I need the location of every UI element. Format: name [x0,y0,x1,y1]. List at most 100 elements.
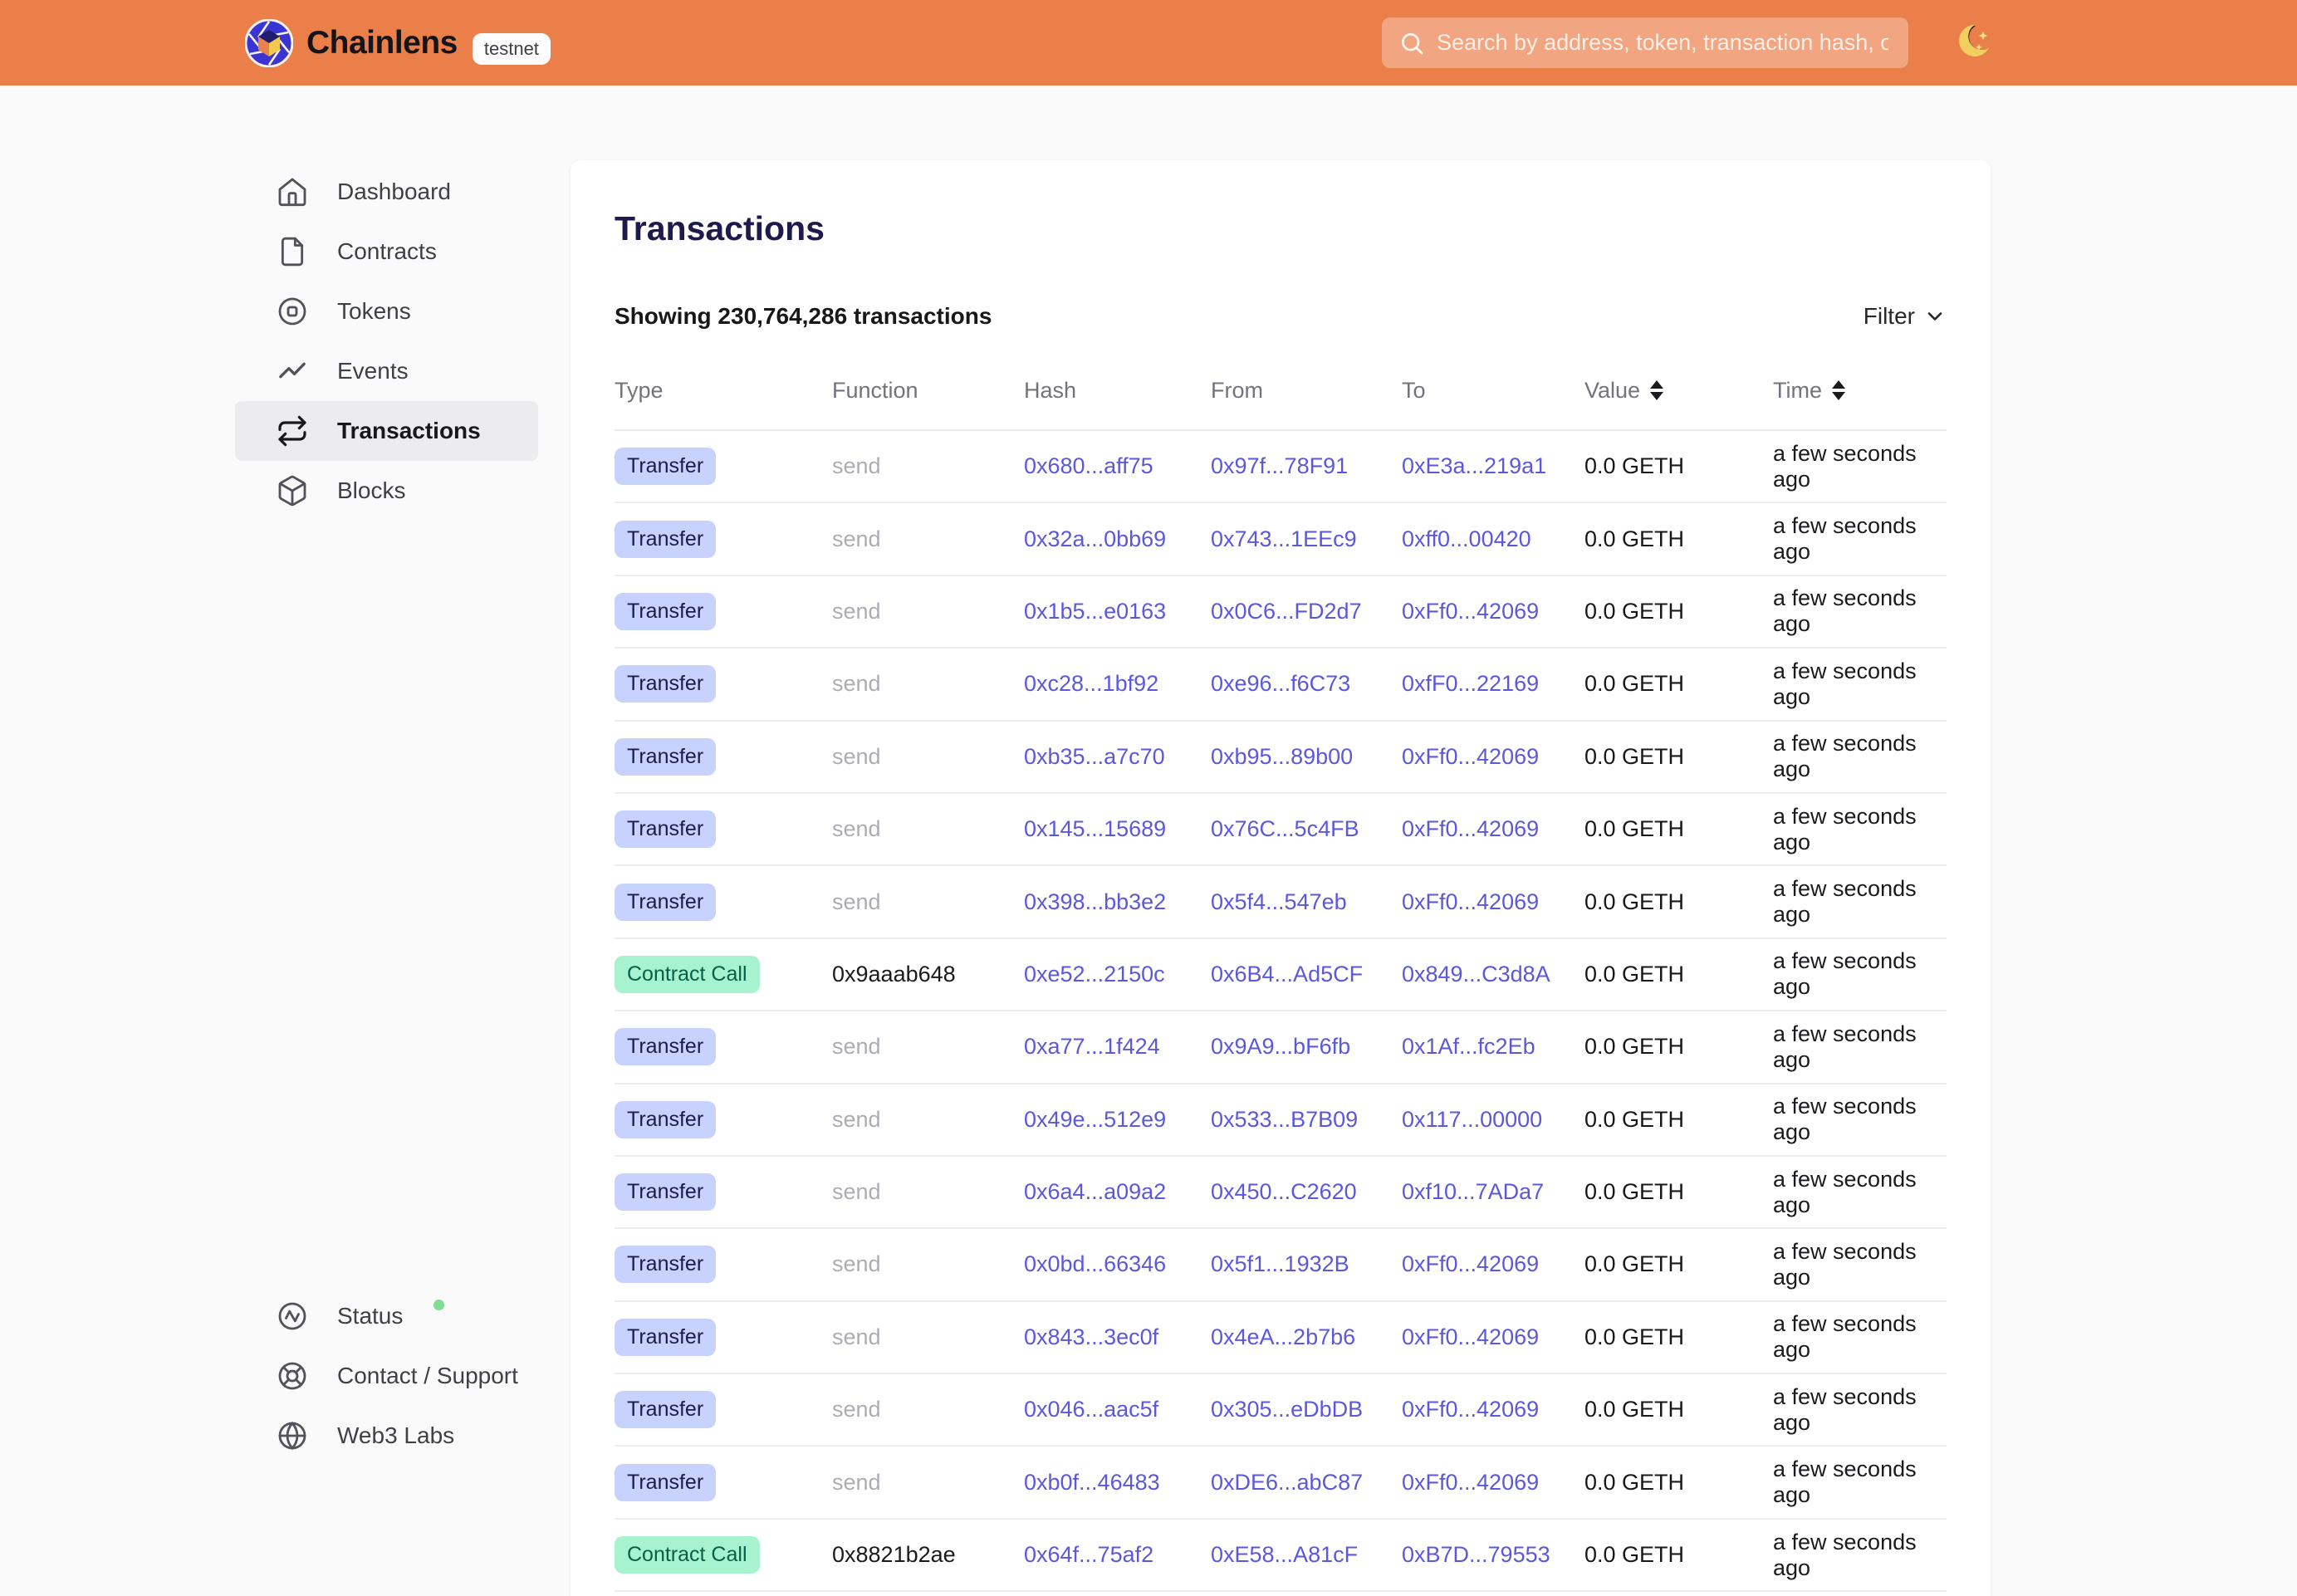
document-icon [276,235,309,268]
to-link[interactable]: 0xff0...00420 [1402,526,1531,551]
value-cell: 0.0 GETH [1584,453,1773,479]
to-link[interactable]: 0x117...00000 [1402,1107,1542,1132]
from-link[interactable]: 0xE58...A81cF [1211,1542,1358,1567]
page-title: Transactions [615,208,1947,248]
type-badge: Transfer [615,884,716,921]
value-cell: 0.0 GETH [1584,1034,1773,1060]
type-badge: Transfer [615,810,716,848]
hash-link[interactable]: 0xb35...a7c70 [1024,744,1165,769]
network-badge: testnet [473,33,551,65]
to-link[interactable]: 0xFf0...42069 [1402,1470,1539,1495]
column-header-time[interactable]: Time [1773,378,1947,404]
from-link[interactable]: 0x533...B7B09 [1211,1107,1358,1132]
to-link[interactable]: 0xFf0...42069 [1402,599,1539,624]
from-link[interactable]: 0x450...C2620 [1211,1179,1357,1204]
to-link[interactable]: 0xFf0...42069 [1402,816,1539,841]
to-link[interactable]: 0xf10...7ADa7 [1402,1179,1544,1204]
from-link[interactable]: 0x0C6...FD2d7 [1211,599,1362,624]
from-link[interactable]: 0x5f4...547eb [1211,889,1347,914]
time-cell: a few seconds ago [1773,1530,1947,1581]
table-row: Transfersend0x0bd...663460x5f1...1932B0x… [615,1229,1947,1301]
from-link[interactable]: 0x76C...5c4FB [1211,816,1359,841]
from-link[interactable]: 0x4eA...2b7b6 [1211,1324,1355,1349]
sidebar-item-label: Contact / Support [337,1363,518,1389]
to-link[interactable]: 0xFf0...42069 [1402,1324,1539,1349]
hash-link[interactable]: 0x49e...512e9 [1024,1107,1166,1132]
to-link[interactable]: 0xFf0...42069 [1402,889,1539,914]
table-row: Contract Call0x8821b2ae0x64f...75af20xE5… [615,1520,1947,1592]
to-link[interactable]: 0xE3a...219a1 [1402,453,1546,478]
time-cell: a few seconds ago [1773,948,1947,1000]
from-link[interactable]: 0xb95...89b00 [1211,744,1353,769]
filter-button[interactable]: Filter [1864,303,1947,330]
home-icon [276,175,309,208]
type-badge: Transfer [615,448,716,485]
sidebar-item-label: Events [337,358,409,384]
sidebar-item-tokens[interactable]: Tokens [235,282,538,341]
value-cell: 0.0 GETH [1584,1179,1773,1205]
sidebar-footer-nav: Status Contact / Support Web3 Labs [235,1286,538,1466]
hash-link[interactable]: 0xe52...2150c [1024,962,1165,986]
sidebar-item-dashboard[interactable]: Dashboard [235,162,538,222]
type-badge: Transfer [615,521,716,558]
table-row: Transfersend0x49e...512e90x533...B7B090x… [615,1084,1947,1157]
search-input[interactable] [1382,17,1908,68]
function-cell: send [832,1179,1024,1205]
table-row: Transfersend0x680...aff750x97f...78F910x… [615,431,1947,503]
sort-icon [1832,380,1845,400]
hash-link[interactable]: 0x6a4...a09a2 [1024,1179,1166,1204]
sidebar-item-label: Transactions [337,418,481,444]
function-cell: send [832,1107,1024,1133]
hash-link[interactable]: 0x398...bb3e2 [1024,889,1166,914]
time-cell: a few seconds ago [1773,731,1947,782]
sidebar-item-blocks[interactable]: Blocks [235,461,538,521]
column-label: Type [615,378,664,404]
column-header-value[interactable]: Value [1584,378,1773,404]
from-link[interactable]: 0x5f1...1932B [1211,1251,1349,1276]
column-header-from: From [1211,378,1402,404]
sidebar-item-status[interactable]: Status [235,1286,538,1346]
to-link[interactable]: 0xfF0...22169 [1402,671,1539,696]
moon-icon[interactable] [1953,22,1995,63]
hash-link[interactable]: 0xc28...1bf92 [1024,671,1158,696]
sidebar-item-contact-support[interactable]: Contact / Support [235,1346,538,1406]
brand-name: Chainlens [306,25,458,61]
time-cell: a few seconds ago [1773,1456,1947,1508]
hash-link[interactable]: 0xa77...1f424 [1024,1034,1160,1059]
to-link[interactable]: 0xFf0...42069 [1402,744,1539,769]
hash-link[interactable]: 0x046...aac5f [1024,1397,1158,1422]
hash-link[interactable]: 0x0bd...66346 [1024,1251,1166,1276]
from-link[interactable]: 0xDE6...abC87 [1211,1470,1363,1495]
column-header-type: Type [615,378,832,404]
table-row: Transfersend0xc28...1bf920xe96...f6C730x… [615,649,1947,721]
from-link[interactable]: 0x9A9...bF6fb [1211,1034,1350,1059]
sidebar-item-contracts[interactable]: Contracts [235,222,538,282]
function-cell: send [832,1034,1024,1060]
hash-link[interactable]: 0x1b5...e0163 [1024,599,1166,624]
hash-link[interactable]: 0x32a...0bb69 [1024,526,1166,551]
hash-link[interactable]: 0x843...3ec0f [1024,1324,1158,1349]
table-row: Transfersend0x398...bb3e20x5f4...547eb0x… [615,866,1947,938]
to-link[interactable]: 0xFf0...42069 [1402,1251,1539,1276]
to-link[interactable]: 0xFf0...42069 [1402,1397,1539,1422]
from-link[interactable]: 0x97f...78F91 [1211,453,1348,478]
sidebar-item-transactions[interactable]: Transactions [235,401,538,461]
sidebar-item-events[interactable]: Events [235,341,538,401]
hash-link[interactable]: 0x145...15689 [1024,816,1166,841]
table-row: Transfersend0x145...156890x76C...5c4FB0x… [615,794,1947,866]
to-link[interactable]: 0xB7D...79553 [1402,1542,1550,1567]
hash-link[interactable]: 0x680...aff75 [1024,453,1153,478]
from-link[interactable]: 0xe96...f6C73 [1211,671,1350,696]
column-header-function: Function [832,378,1024,404]
brand-home-link[interactable]: Chainlens testnet [245,19,551,67]
from-link[interactable]: 0x305...eDbDB [1211,1397,1363,1422]
time-cell: a few seconds ago [1773,658,1947,710]
hash-link[interactable]: 0x64f...75af2 [1024,1542,1153,1567]
to-link[interactable]: 0x849...C3d8A [1402,962,1550,986]
hash-link[interactable]: 0xb0f...46483 [1024,1470,1160,1495]
from-link[interactable]: 0x743...1EEc9 [1211,526,1357,551]
from-link[interactable]: 0x6B4...Ad5CF [1211,962,1363,986]
lifebuoy-icon [276,1359,309,1393]
to-link[interactable]: 0x1Af...fc2Eb [1402,1034,1535,1059]
sidebar-item-web3-labs[interactable]: Web3 Labs [235,1406,538,1466]
